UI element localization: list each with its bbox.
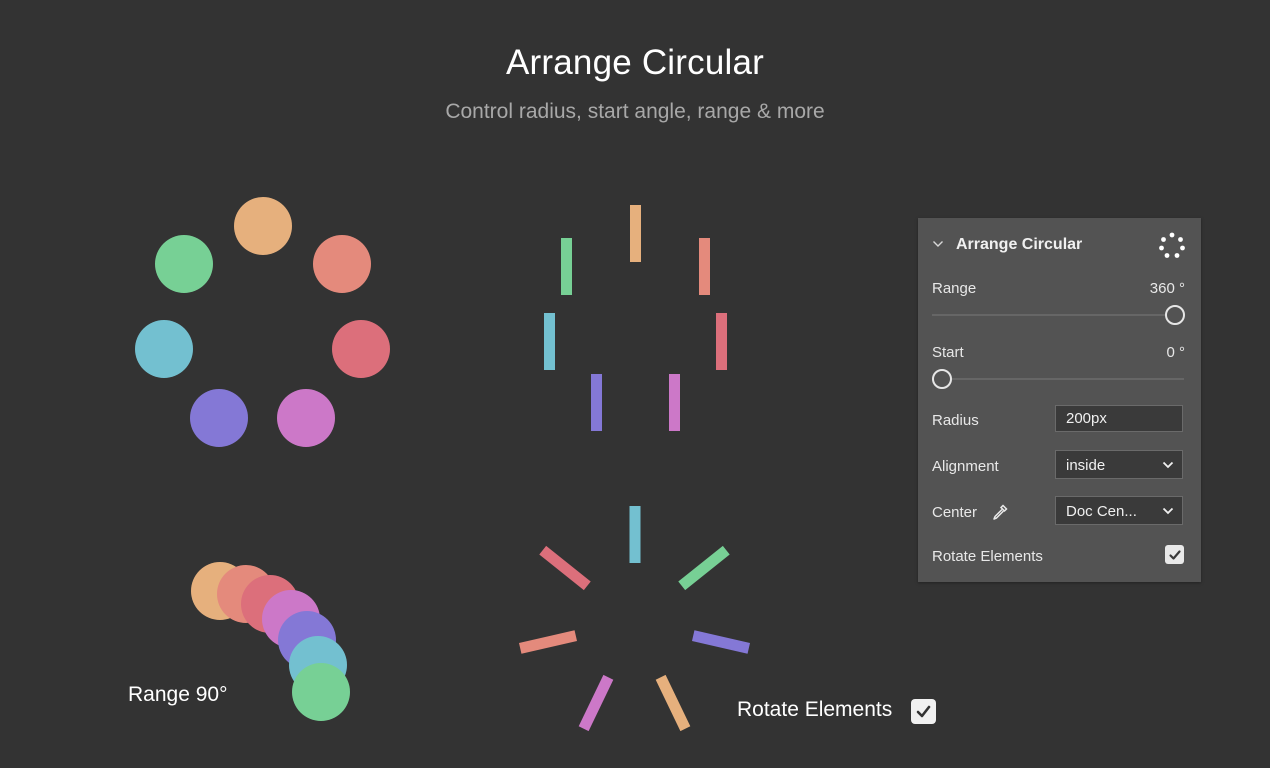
rotate-elements-demo-checkbox: [911, 699, 936, 724]
center-label: Center: [932, 504, 978, 521]
rotated-bar-salmon: [518, 630, 578, 654]
demo-bar-purple: [591, 374, 602, 431]
start-slider-track[interactable]: [932, 378, 1184, 380]
checkmark-icon: [916, 705, 931, 718]
range-slider-track[interactable]: [932, 314, 1184, 316]
demo-bar-red: [716, 313, 727, 370]
rotated-bar-pink: [578, 674, 614, 732]
alignment-label: Alignment: [932, 458, 999, 475]
range-90-label: Range 90°: [128, 683, 228, 706]
rotated-bar-orange: [655, 674, 691, 732]
demo-bar-pink: [669, 374, 680, 431]
circle-demo-full: [135, 197, 390, 447]
rotate-elements-option-label: Rotate Elements: [932, 548, 1043, 565]
start-slider-knob[interactable]: [932, 369, 952, 389]
chevron-down-icon[interactable]: [932, 238, 944, 250]
chevron-down-icon: [1162, 507, 1174, 515]
demo-bar-cyan: [544, 313, 555, 370]
rotate-elements-checkbox[interactable]: [1165, 545, 1184, 564]
rotated-bar-green: [678, 545, 730, 591]
demo-bar-salmon: [699, 238, 710, 295]
center-select[interactable]: Doc Cen...: [1055, 496, 1183, 525]
range-value: 360 °: [1149, 280, 1185, 297]
alignment-value: inside: [1066, 457, 1106, 474]
rotated-bar-purple: [691, 630, 751, 654]
radius-label: Radius: [932, 412, 979, 429]
demo-circle-purple: [190, 389, 248, 447]
demo-circle-cyan: [135, 320, 193, 378]
panel-header[interactable]: Arrange Circular: [918, 232, 1201, 260]
start-label: Start: [932, 344, 964, 361]
checkmark-icon: [1168, 549, 1181, 560]
eyedropper-icon[interactable]: [991, 503, 1009, 521]
demo-circle-salmon: [313, 235, 371, 293]
range-slider-knob[interactable]: [1165, 305, 1185, 325]
panel-title: Arrange Circular: [956, 236, 1083, 253]
rotate-elements-label: Rotate Elements: [737, 698, 893, 721]
demo-circle-orange: [234, 197, 292, 255]
rotated-bar-cyan: [629, 506, 641, 563]
range-label: Range: [932, 280, 977, 297]
alignment-select[interactable]: inside: [1055, 450, 1183, 479]
arrange-circular-panel: Arrange Circular Range 360 ° Start 0 ° R…: [918, 218, 1201, 582]
rotated-bar-red: [539, 545, 591, 591]
chevron-down-icon: [1162, 461, 1174, 469]
range-circle-green: [292, 663, 350, 721]
demo-bar-orange: [630, 205, 641, 262]
radius-input[interactable]: [1055, 405, 1183, 432]
demo-bar-green: [561, 238, 572, 295]
bar-demo-unrotated: [544, 205, 727, 431]
start-value: 0 °: [1166, 344, 1185, 361]
bar-demo-rotated: [518, 506, 751, 732]
demo-circle-green: [155, 235, 213, 293]
circle-dots-icon[interactable]: [1158, 232, 1186, 260]
center-value: Doc Cen...: [1066, 503, 1137, 520]
demo-circle-pink: [277, 389, 335, 447]
demo-circle-red: [332, 320, 390, 378]
